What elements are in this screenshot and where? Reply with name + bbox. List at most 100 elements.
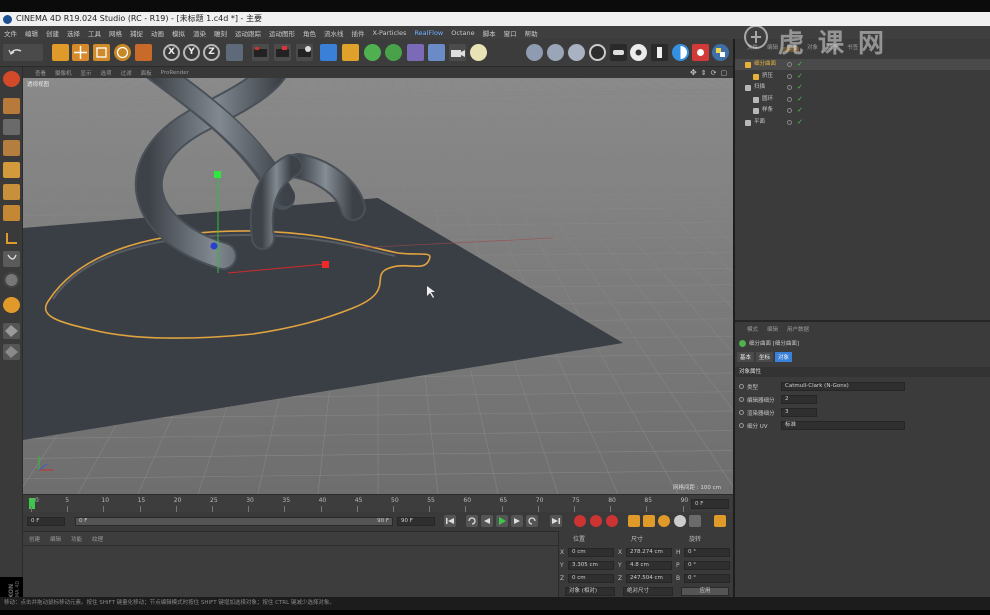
render-view-icon[interactable]	[252, 44, 269, 61]
attribute-menu-item-2[interactable]: 用户数据	[787, 325, 809, 333]
attribute-tab-1[interactable]: 坐标	[756, 352, 774, 362]
key-parameter-icon[interactable]	[674, 515, 686, 527]
prev-frame-icon[interactable]	[481, 515, 493, 527]
start-frame-field[interactable]: 0 F	[27, 517, 65, 526]
octane-material-icon[interactable]	[589, 44, 606, 61]
viewport-menu-item-0[interactable]: 查看	[35, 69, 46, 77]
edges-mode-icon[interactable]	[3, 184, 20, 200]
perspective-viewport[interactable]: 透视视图 网格间距 : 100 cm	[23, 78, 733, 494]
visibility-dot-icon[interactable]	[787, 73, 792, 79]
viewport-menu-item-1[interactable]: 摄像机	[55, 69, 72, 77]
attribute-menu-item-0[interactable]: 模式	[747, 325, 758, 333]
scale-icon[interactable]	[93, 44, 110, 61]
animate-parameter-icon[interactable]	[739, 397, 744, 402]
enabled-check-icon[interactable]: ✓	[797, 71, 803, 82]
auto-keying-icon[interactable]	[590, 515, 602, 527]
octane-sphere-icon-2[interactable]	[547, 44, 564, 61]
attribute-tab-2[interactable]: 对象	[775, 352, 793, 362]
timeline-window-icon[interactable]	[714, 515, 726, 527]
animate-parameter-icon[interactable]	[739, 423, 744, 428]
menu-item-1[interactable]: 编辑	[25, 28, 38, 38]
y-axis-lock-button[interactable]: Y	[183, 44, 200, 61]
attribute-value-field[interactable]: Catmull-Clark (N-Gons)	[781, 382, 905, 391]
key-position-icon[interactable]	[628, 515, 640, 527]
octane-sphere-icon-3[interactable]	[568, 44, 585, 61]
tweak-mode-icon[interactable]	[3, 251, 20, 267]
object-row[interactable]: 扫描 ✓	[735, 82, 990, 93]
octane-object-icon[interactable]	[651, 44, 668, 61]
menu-item-10[interactable]: 雕刻	[214, 28, 227, 38]
menu-item-20[interactable]: 窗口	[504, 28, 517, 38]
key-scale-icon[interactable]	[643, 515, 655, 527]
record-keys-icon[interactable]	[574, 515, 586, 527]
python-icon[interactable]	[712, 44, 729, 61]
octane-live-viewer-icon[interactable]	[672, 44, 689, 61]
animate-parameter-icon[interactable]	[739, 384, 744, 389]
workplane-lock-icon[interactable]	[3, 297, 20, 313]
viewport-menu-item-2[interactable]: 显示	[81, 69, 92, 77]
attribute-tab-0[interactable]: 基本	[737, 352, 755, 362]
coord-value-field[interactable]: 4.8 cm	[626, 561, 672, 570]
axis-mode-icon[interactable]	[3, 230, 20, 246]
menu-item-14[interactable]: 流水线	[324, 28, 344, 38]
enabled-check-icon[interactable]: ✓	[797, 94, 803, 105]
viewport-maximize-icon[interactable]: ▢	[720, 69, 727, 77]
attribute-value-field[interactable]: 3	[781, 408, 817, 417]
key-rotation-icon[interactable]	[658, 515, 670, 527]
enabled-check-icon[interactable]: ✓	[797, 117, 803, 128]
menu-item-21[interactable]: 帮助	[525, 28, 538, 38]
attribute-value-field[interactable]: 标准	[781, 421, 905, 430]
go-to-end-icon[interactable]	[550, 515, 562, 527]
menu-item-8[interactable]: 模拟	[172, 28, 185, 38]
live-select-icon[interactable]	[52, 44, 69, 61]
floor-icon[interactable]	[428, 44, 445, 61]
make-editable-icon[interactable]	[3, 71, 20, 87]
object-name[interactable]: 挤压	[762, 71, 773, 82]
coord-value-field[interactable]: 278.274 cm	[626, 548, 672, 557]
enabled-check-icon[interactable]: ✓	[797, 59, 803, 70]
object-row[interactable]: 挤压 ✓	[735, 71, 990, 82]
menu-item-19[interactable]: 脚本	[483, 28, 496, 38]
octane-camera-icon[interactable]	[610, 44, 627, 61]
material-menu-item-3[interactable]: 纹理	[92, 535, 103, 543]
menu-item-2[interactable]: 创建	[46, 28, 59, 38]
viewport-menu-item-4[interactable]: 过滤	[121, 69, 132, 77]
cube-primitive-icon[interactable]	[320, 44, 337, 61]
object-row[interactable]: 细分曲面 ✓	[735, 59, 990, 70]
play-icon[interactable]	[496, 515, 508, 527]
size-mode-select[interactable]: 绝对尺寸	[623, 587, 673, 596]
object-name[interactable]: 平面	[754, 117, 765, 128]
octane-sphere-icon-1[interactable]	[526, 44, 543, 61]
object-name[interactable]: 扫描	[754, 82, 765, 93]
light-icon[interactable]	[470, 44, 487, 61]
coordinate-mode-select[interactable]: 对象 (相对)	[565, 587, 615, 596]
coord-value-field[interactable]: 0 °	[684, 548, 730, 557]
menu-item-18[interactable]: Octane	[451, 29, 474, 37]
viewport-menu-item-3[interactable]: 选项	[101, 69, 112, 77]
keyframe-selection-icon[interactable]	[606, 515, 618, 527]
visibility-dot-icon[interactable]	[787, 96, 792, 102]
object-row[interactable]: 样条 ✓	[735, 105, 990, 116]
object-name[interactable]: 圆环	[762, 94, 773, 105]
frame-range-slider[interactable]: 0 F 90 F	[75, 517, 393, 526]
model-mode-icon[interactable]	[3, 98, 20, 114]
enabled-check-icon[interactable]: ✓	[797, 105, 803, 116]
object-name[interactable]: 细分曲面	[754, 59, 776, 70]
viewport-menu-item-5[interactable]: 面板	[141, 69, 152, 77]
menu-item-3[interactable]: 选择	[67, 28, 80, 38]
visibility-dot-icon[interactable]	[787, 85, 792, 90]
menu-item-16[interactable]: X-Particles	[373, 29, 407, 37]
camera-icon[interactable]	[449, 44, 466, 61]
coord-value-field[interactable]: 247.504 cm	[626, 574, 672, 583]
coord-value-field[interactable]: 0 cm	[568, 574, 614, 583]
grid-icon[interactable]	[3, 344, 20, 360]
next-key-icon[interactable]	[526, 515, 538, 527]
animate-parameter-icon[interactable]	[739, 410, 744, 415]
menu-item-12[interactable]: 运动图形	[269, 28, 295, 38]
rotate-icon[interactable]	[114, 44, 131, 61]
coord-value-field[interactable]: 0 °	[684, 574, 730, 583]
coord-value-field[interactable]: 0 °	[684, 561, 730, 570]
pen-spline-icon[interactable]	[342, 44, 359, 61]
object-row[interactable]: 圆环 ✓	[735, 94, 990, 105]
menu-item-6[interactable]: 捕捉	[130, 28, 143, 38]
